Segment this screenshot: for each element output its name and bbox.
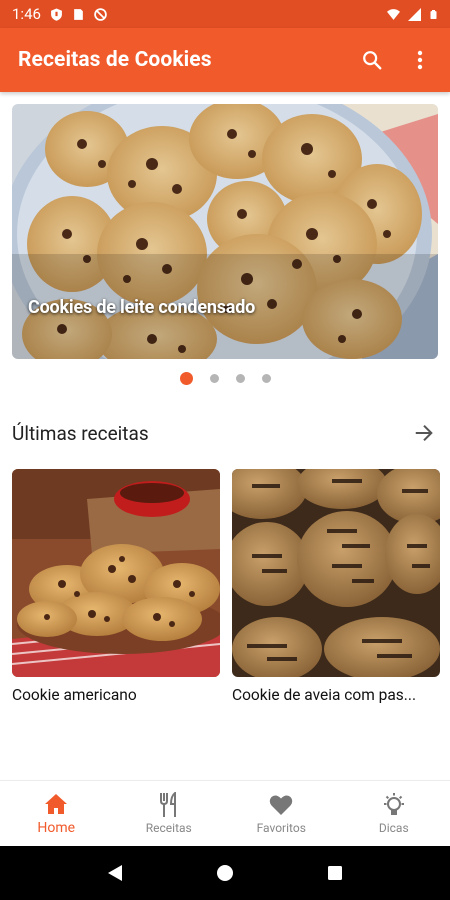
status-time: 1:46 xyxy=(12,5,41,23)
overflow-menu-button[interactable] xyxy=(408,48,432,72)
more-vert-icon xyxy=(417,50,423,70)
nav-item-receitas[interactable]: Receitas xyxy=(113,781,226,846)
app-title: Receitas de Cookies xyxy=(18,48,212,72)
no-disturb-icon xyxy=(94,7,107,21)
back-icon xyxy=(108,865,122,881)
nav-item-favoritos[interactable]: Favoritos xyxy=(225,781,338,846)
featured-carousel[interactable]: Cookies de leite condensado xyxy=(12,104,438,359)
recipe-name: Cookie de aveia com pas... xyxy=(232,686,417,704)
status-bar: 1:46 xyxy=(0,0,450,28)
recipe-card[interactable]: Cookie americano xyxy=(12,469,220,704)
recipe-name: Cookie americano xyxy=(12,686,137,704)
nav-item-dicas[interactable]: Dicas xyxy=(338,781,450,846)
heart-icon xyxy=(270,795,293,815)
search-icon xyxy=(363,51,382,70)
nav-label: Receitas xyxy=(145,821,192,835)
recipe-image xyxy=(232,469,440,677)
recipe-card[interactable]: Cookie de aveia com pas... xyxy=(232,469,440,704)
signal-icon xyxy=(408,7,421,21)
nav-label: Home xyxy=(37,820,76,836)
nav-item-home[interactable]: Home xyxy=(0,781,113,846)
system-navigation-bar xyxy=(0,846,450,900)
bottom-navigation: Home Receitas Favoritos Dicas xyxy=(0,780,450,846)
page-dot[interactable] xyxy=(261,374,271,383)
carousel-caption: Cookies de leite condensado xyxy=(28,297,256,318)
battery-icon xyxy=(430,9,437,19)
nav-label: Favoritos xyxy=(256,821,306,835)
home-circle-icon xyxy=(217,865,233,881)
page-dot[interactable] xyxy=(235,374,245,383)
home-button[interactable] xyxy=(213,861,237,885)
page-dot-active[interactable] xyxy=(179,372,193,385)
back-button[interactable] xyxy=(103,861,127,885)
recents-button[interactable] xyxy=(323,861,347,885)
cutlery-icon xyxy=(159,792,176,817)
section-title: Últimas receitas xyxy=(12,421,149,445)
carousel-page-indicator xyxy=(0,372,450,385)
recipe-image xyxy=(12,469,220,677)
app-bar: Receitas de Cookies xyxy=(0,28,450,92)
recents-icon xyxy=(328,866,342,880)
shield-icon xyxy=(51,8,62,21)
search-button[interactable] xyxy=(360,48,384,72)
lightbulb-icon xyxy=(383,793,404,815)
featured-recipe-image xyxy=(12,104,438,359)
wifi-icon xyxy=(387,8,400,20)
page-dot[interactable] xyxy=(209,374,219,383)
nav-label: Dicas xyxy=(378,821,409,835)
see-all-button[interactable] xyxy=(410,419,438,447)
arrow-right-icon xyxy=(415,424,433,442)
sim-card-icon xyxy=(74,8,83,20)
home-icon xyxy=(45,794,68,814)
latest-recipes-header: Últimas receitas xyxy=(12,418,438,448)
